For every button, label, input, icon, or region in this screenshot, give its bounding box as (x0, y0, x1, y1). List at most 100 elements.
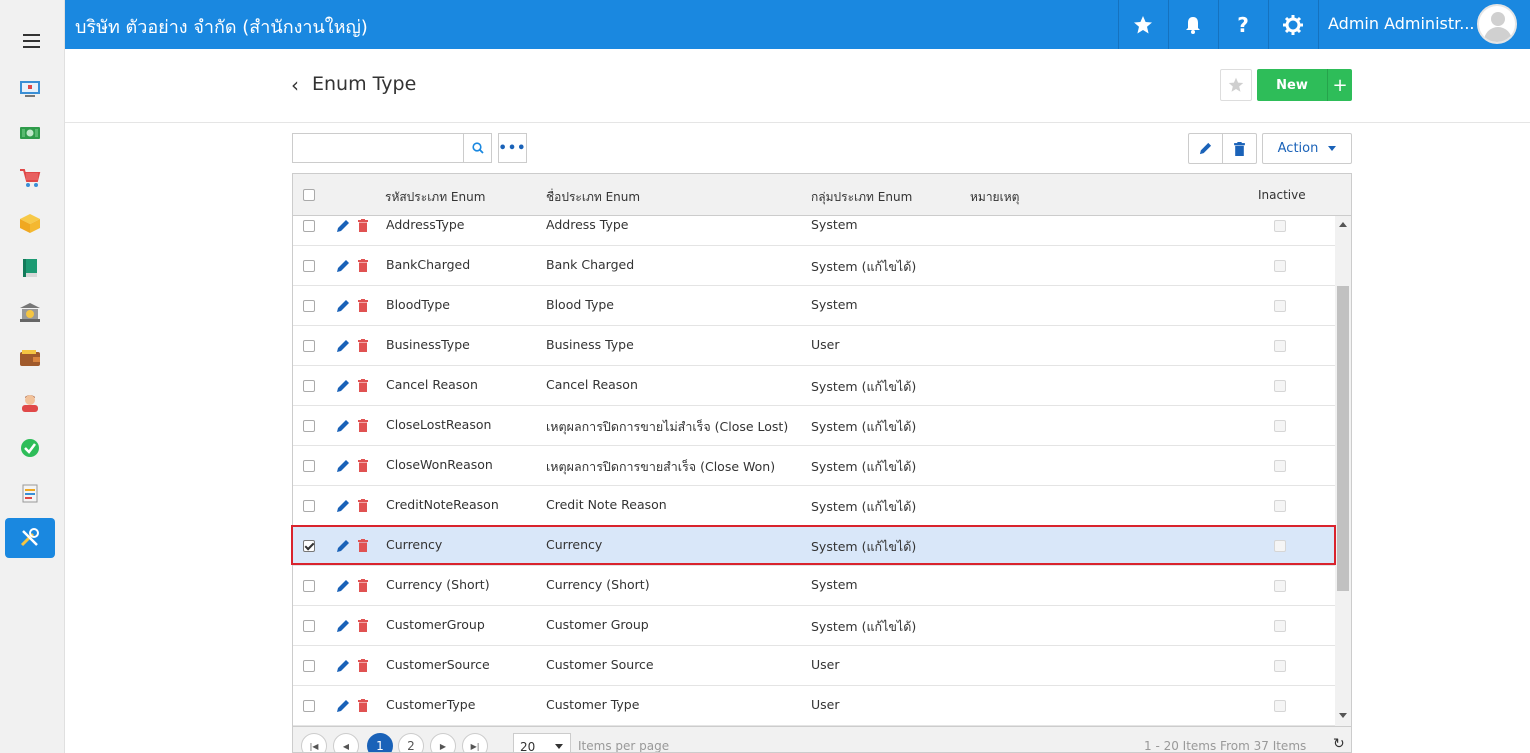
table-row[interactable]: BusinessType Business Type User (293, 326, 1335, 366)
table-row[interactable]: CustomerGroup Customer Group System (แก้ไข… (293, 606, 1335, 646)
edit-pencil-icon[interactable] (336, 459, 350, 473)
last-page-button[interactable]: ▶| (462, 733, 488, 752)
page-button-1[interactable]: 1 (367, 733, 393, 752)
next-page-button[interactable]: ▶ (430, 733, 456, 752)
refresh-icon[interactable]: ↻ (1333, 736, 1345, 752)
edit-pencil-icon[interactable] (336, 539, 350, 553)
edit-pencil-icon[interactable] (336, 379, 350, 393)
new-button[interactable]: New (1257, 69, 1327, 101)
table-row[interactable]: CloseLostReason เหตุผลการปิดการขายไม่สำเร… (293, 406, 1335, 446)
table-row[interactable]: CloseWonReason เหตุผลการปิดการขายสำเร็จ (… (293, 446, 1335, 486)
table-row[interactable]: CreditNoteReason Credit Note Reason System… (293, 486, 1335, 526)
sidebar-item-approve[interactable] (5, 428, 55, 468)
delete-trash-icon[interactable] (358, 539, 368, 552)
delete-trash-icon[interactable] (358, 259, 368, 272)
table-row[interactable]: CustomerSource Customer Source User (293, 646, 1335, 686)
edit-pencil-icon[interactable] (336, 299, 350, 313)
row-checkbox[interactable] (303, 340, 315, 352)
avatar[interactable] (1477, 4, 1517, 44)
col-header-note[interactable]: หมายเหตุ (970, 188, 1019, 207)
scroll-up-icon[interactable] (1339, 222, 1347, 227)
edit-button[interactable] (1188, 133, 1223, 164)
first-page-button[interactable]: |◀ (301, 733, 327, 752)
row-checkbox[interactable] (303, 580, 315, 592)
page-size-select[interactable]: 20 (513, 733, 571, 752)
more-options-button[interactable]: ••• (498, 133, 527, 163)
new-dropdown-button[interactable]: + (1327, 69, 1352, 101)
sidebar-item-accounting[interactable] (5, 248, 55, 288)
delete-trash-icon[interactable] (358, 619, 368, 632)
sidebar-item-inventory[interactable] (5, 203, 55, 243)
delete-trash-icon[interactable] (358, 339, 368, 352)
vertical-scrollbar[interactable] (1335, 216, 1351, 726)
edit-pencil-icon[interactable] (336, 419, 350, 433)
search-input[interactable] (292, 133, 463, 163)
delete-trash-icon[interactable] (358, 219, 368, 232)
col-header-code[interactable]: รหัสประเภท Enum (385, 188, 485, 207)
sidebar-item-bank[interactable] (5, 293, 55, 333)
table-row[interactable]: BloodType Blood Type System (293, 286, 1335, 326)
page-button-2[interactable]: 2 (398, 733, 424, 752)
dashboard-icon (20, 81, 40, 97)
delete-trash-icon[interactable] (358, 459, 368, 472)
row-checkbox[interactable] (303, 660, 315, 672)
sidebar-item-money[interactable] (5, 113, 55, 153)
edit-pencil-icon[interactable] (336, 659, 350, 673)
delete-trash-icon[interactable] (358, 499, 368, 512)
edit-pencil-icon[interactable] (336, 499, 350, 513)
sidebar-item-finance[interactable] (5, 338, 55, 378)
row-checkbox[interactable] (303, 500, 315, 512)
row-checkbox[interactable] (303, 540, 315, 552)
table-row[interactable]: Currency Currency System (แก้ไขได้) (293, 526, 1335, 566)
menu-icon[interactable] (23, 34, 40, 48)
prev-page-button[interactable]: ◀ (333, 733, 359, 752)
col-header-inactive[interactable]: Inactive (1258, 188, 1306, 202)
table-row[interactable]: Currency (Short) Currency (Short) System (293, 566, 1335, 606)
row-checkbox[interactable] (303, 620, 315, 632)
help-button[interactable]: ? (1218, 0, 1267, 49)
row-checkbox[interactable] (303, 220, 315, 232)
user-name[interactable]: Admin Administr... (1328, 14, 1475, 33)
row-checkbox[interactable] (303, 380, 315, 392)
row-checkbox[interactable] (303, 460, 315, 472)
row-checkbox[interactable] (303, 260, 315, 272)
row-checkbox[interactable] (303, 700, 315, 712)
delete-trash-icon[interactable] (358, 579, 368, 592)
scrollbar-thumb[interactable] (1337, 286, 1349, 591)
table-row[interactable]: Cancel Reason Cancel Reason System (แก้ไขไ… (293, 366, 1335, 406)
favorites-button[interactable] (1118, 0, 1167, 49)
sidebar-item-settings[interactable] (5, 518, 55, 558)
delete-button[interactable] (1223, 133, 1257, 164)
search-button[interactable] (463, 133, 492, 163)
col-header-group[interactable]: กลุ่มประเภท Enum (811, 188, 912, 207)
back-chevron-icon[interactable]: ‹ (291, 73, 299, 97)
delete-trash-icon[interactable] (358, 299, 368, 312)
sidebar-item-hr[interactable] (5, 383, 55, 423)
sidebar-item-dashboard[interactable] (5, 68, 55, 108)
delete-trash-icon[interactable] (358, 419, 368, 432)
delete-trash-icon[interactable] (358, 699, 368, 712)
table-row[interactable]: CustomerType Customer Type User (293, 686, 1335, 726)
delete-trash-icon[interactable] (358, 659, 368, 672)
select-all-checkbox[interactable] (303, 189, 315, 201)
row-checkbox[interactable] (303, 300, 315, 312)
col-header-name[interactable]: ชื่อประเภท Enum (546, 188, 640, 207)
table-row[interactable]: BankCharged Bank Charged System (แก้ไขได้) (293, 246, 1335, 286)
sidebar-item-sales[interactable] (5, 158, 55, 198)
edit-pencil-icon[interactable] (336, 219, 350, 233)
edit-pencil-icon[interactable] (336, 259, 350, 273)
sidebar-item-report[interactable] (5, 473, 55, 513)
delete-trash-icon[interactable] (358, 379, 368, 392)
row-checkbox[interactable] (303, 420, 315, 432)
edit-pencil-icon[interactable] (336, 619, 350, 633)
notifications-button[interactable] (1168, 0, 1217, 49)
cell-code: Cancel Reason (386, 377, 478, 392)
edit-pencil-icon[interactable] (336, 699, 350, 713)
settings-button[interactable] (1268, 0, 1317, 49)
add-favorite-button[interactable] (1220, 69, 1252, 101)
scroll-down-icon[interactable] (1339, 713, 1347, 718)
action-dropdown[interactable]: Action (1262, 133, 1352, 164)
table-row[interactable]: AddressType Address Type System (293, 206, 1335, 246)
edit-pencil-icon[interactable] (336, 339, 350, 353)
edit-pencil-icon[interactable] (336, 579, 350, 593)
